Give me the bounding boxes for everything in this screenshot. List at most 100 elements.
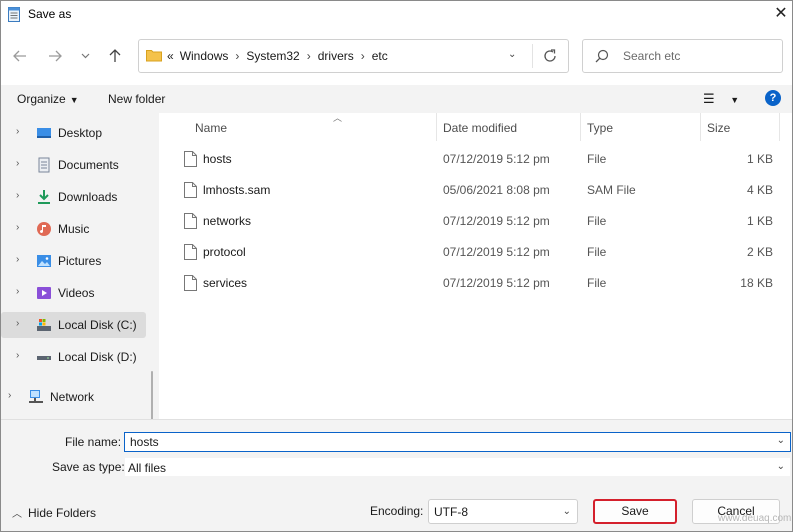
file-type: File [587, 214, 607, 228]
breadcrumb-windows[interactable]: Windows [180, 49, 229, 63]
save-form: File name: hosts ⌄ Save as type: All fil… [1, 419, 792, 489]
file-row[interactable]: protocol 07/12/2019 5:12 pm File 2 KB [161, 237, 792, 268]
column-label: Type [587, 121, 614, 135]
documents-icon [38, 157, 50, 173]
address-bar[interactable]: «Windows › System32 › drivers › etc ⌄ [138, 39, 569, 73]
chevron-right-icon[interactable]: › [16, 318, 19, 329]
chevron-right-icon[interactable]: › [16, 126, 19, 137]
nav-item-local-disk-d[interactable]: › Local Disk (D:) [1, 344, 146, 370]
file-name-value: hosts [130, 435, 159, 449]
breadcrumb-drivers[interactable]: drivers [318, 49, 354, 63]
save-type-value: All files [128, 461, 167, 475]
refresh-icon[interactable] [542, 47, 558, 65]
view-options-button[interactable]: ☰ ▼ [703, 91, 739, 107]
chevron-down-icon [81, 53, 89, 59]
nav-item-documents[interactable]: › Documents [1, 152, 146, 178]
chevron-up-icon: ︿ [12, 509, 22, 520]
nav-item-desktop[interactable]: › Desktop [1, 120, 146, 146]
close-button[interactable]: ✕ [771, 4, 791, 24]
column-header-size[interactable]: Size [701, 116, 779, 144]
command-bar: Organize ▼ New folder ☰ ▼ ? [1, 85, 792, 113]
file-date: 07/12/2019 5:12 pm [443, 152, 550, 166]
save-type-select[interactable]: All files ⌄ [124, 457, 791, 477]
dialog-footer: ︿ Hide Folders Encoding: UTF-8 ⌄ Save Can… [1, 489, 792, 531]
chevron-right-icon[interactable]: › [16, 286, 19, 297]
videos-icon [37, 287, 51, 299]
save-as-dialog: Save as ✕ «Windows › System32 › drivers › etc … [0, 0, 793, 532]
folder-icon [146, 50, 162, 62]
file-type: File [587, 245, 607, 259]
nav-item-downloads[interactable]: › Downloads [1, 184, 146, 210]
file-date: 07/12/2019 5:12 pm [443, 245, 550, 259]
recent-locations-button[interactable] [74, 45, 96, 67]
organize-button[interactable]: Organize ▼ [17, 92, 79, 106]
file-name: services [203, 276, 248, 290]
forward-button[interactable] [44, 45, 66, 67]
back-button[interactable] [9, 45, 31, 67]
column-header-name[interactable]: ︿ Name [187, 113, 437, 144]
downloads-icon [38, 190, 50, 204]
navigation-pane: › Desktop › Documents › Downloads › Musi… [0, 113, 159, 513]
chevron-right-icon[interactable]: › [16, 222, 19, 233]
notepad-icon [8, 7, 20, 22]
column-label: Size [707, 121, 731, 135]
file-name: hosts [203, 152, 232, 166]
file-name: networks [203, 214, 252, 228]
file-size: 4 KB [746, 183, 773, 197]
address-dropdown-icon[interactable]: ⌄ [508, 49, 516, 60]
nav-item-videos[interactable]: › Videos [1, 280, 146, 306]
nav-label: Desktop [58, 126, 103, 140]
file-type: File [587, 276, 607, 290]
nav-label: Network [50, 390, 95, 404]
file-row[interactable]: lmhosts.sam 05/06/2021 8:08 pm SAM File … [161, 175, 792, 206]
title-bar: Save as ✕ [1, 1, 792, 29]
breadcrumb: «Windows › System32 › drivers › etc [167, 49, 388, 63]
nav-label: Downloads [58, 190, 118, 204]
column-label: Date modified [443, 121, 518, 135]
nav-label: Local Disk (D:) [58, 350, 137, 364]
breadcrumb-etc[interactable]: etc [372, 49, 388, 63]
column-header-type[interactable]: Type [581, 116, 700, 144]
save-type-label: Save as type: [52, 460, 125, 474]
nav-item-pictures[interactable]: › Pictures [1, 248, 146, 274]
chevron-down-icon: ⌄ [562, 506, 571, 517]
nav-item-music[interactable]: › Music [1, 216, 146, 242]
nav-label: Videos [58, 286, 95, 300]
nav-item-network[interactable]: › Network [0, 384, 138, 410]
file-date: 07/12/2019 5:12 pm [443, 214, 550, 228]
drive-c-icon [37, 319, 51, 331]
hide-folders-button[interactable]: ︿ Hide Folders [12, 505, 96, 520]
chevron-right-icon[interactable]: › [16, 254, 19, 265]
file-row[interactable]: networks 07/12/2019 5:12 pm File 1 KB [161, 206, 792, 237]
nav-label: Local Disk (C:) [58, 318, 137, 332]
up-button[interactable] [104, 45, 126, 67]
file-row[interactable]: services 07/12/2019 5:12 pm File 18 KB [161, 268, 792, 299]
search-placeholder: Search etc [623, 49, 681, 63]
file-icon [184, 213, 197, 229]
file-size: 1 KB [746, 152, 773, 166]
encoding-label: Encoding: [370, 504, 424, 518]
chevron-right-icon[interactable]: › [16, 158, 19, 169]
encoding-select[interactable]: UTF-8 ⌄ [428, 499, 578, 524]
help-icon[interactable]: ? [765, 90, 781, 106]
sort-ascending-icon: ︿ [333, 113, 343, 123]
nav-label: Documents [58, 158, 119, 172]
caret-down-icon: ▼ [730, 95, 740, 105]
column-header-date[interactable]: Date modified [437, 116, 580, 144]
chevron-right-icon[interactable]: › [16, 190, 19, 201]
nav-item-local-disk-c[interactable]: › Local Disk (C:) [1, 312, 146, 338]
search-box[interactable]: Search etc [582, 39, 783, 73]
file-row[interactable]: hosts 07/12/2019 5:12 pm File 1 KB [161, 144, 792, 175]
chevron-down-icon[interactable]: ⌄ [777, 435, 785, 446]
column-divider[interactable] [779, 113, 780, 141]
file-icon [184, 182, 197, 198]
file-size: 2 KB [746, 245, 773, 259]
file-name-field[interactable]: hosts ⌄ [124, 432, 791, 452]
breadcrumb-system32[interactable]: System32 [246, 49, 299, 63]
caret-down-icon: ▼ [69, 95, 79, 105]
chevron-right-icon[interactable]: › [8, 390, 11, 401]
save-button[interactable]: Save [593, 499, 677, 524]
breadcrumb-overflow[interactable]: « [167, 49, 174, 63]
new-folder-button[interactable]: New folder [108, 92, 165, 106]
chevron-right-icon[interactable]: › [16, 350, 19, 361]
